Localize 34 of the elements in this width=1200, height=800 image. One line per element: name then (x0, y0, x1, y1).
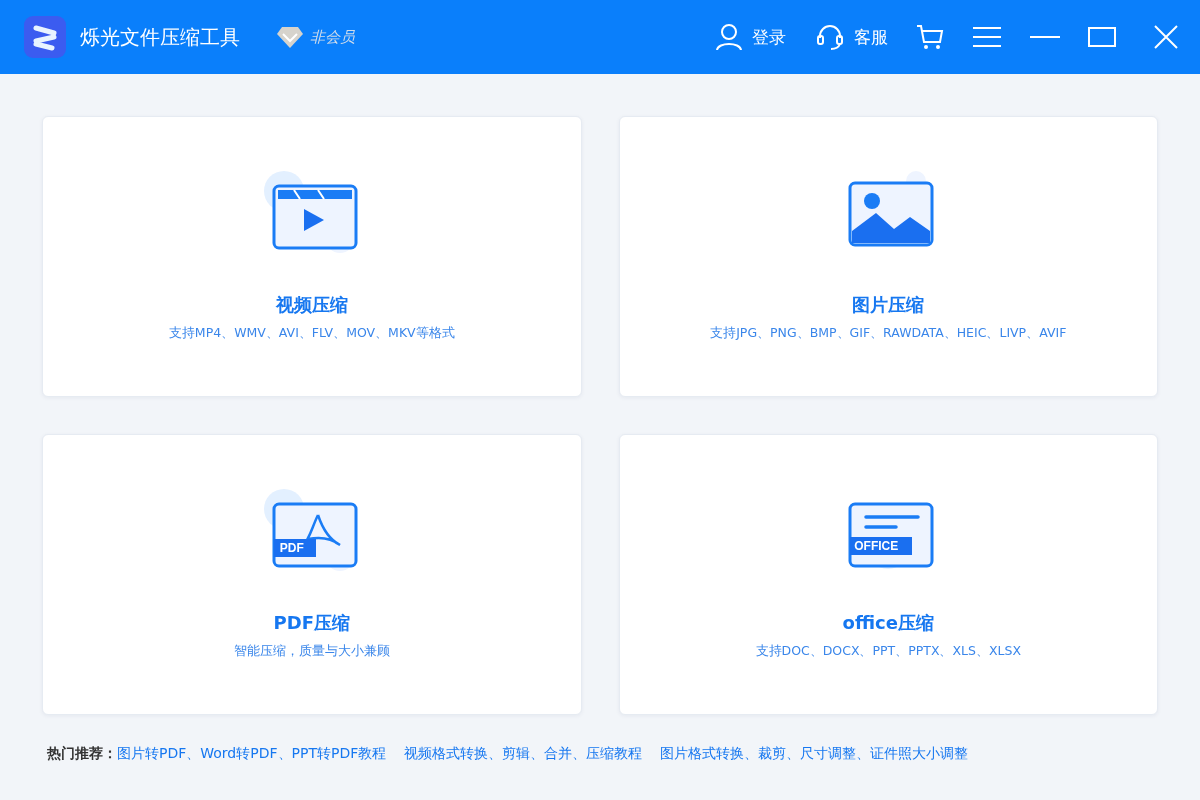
card-title: office压缩 (842, 611, 934, 635)
app-title: 烁光文件压缩工具 (80, 23, 240, 51)
tutorial-link[interactable]: 图片转PDF、Word转PDF、PPT转PDF教程 (117, 745, 387, 763)
card-subtitle: 支持JPG、PNG、BMP、GIF、RAWDATA、HEIC、LIVP、AVIF (710, 325, 1067, 342)
service-button[interactable]: 客服 (816, 24, 888, 50)
compress-card[interactable]: 视频压缩 支持MP4、WMV、AVI、FLV、MOV、MKV等格式 (42, 116, 582, 397)
minimize-button[interactable] (1030, 35, 1060, 39)
tutorial-link[interactable]: 视频格式转换、剪辑、合并、压缩教程 (404, 745, 643, 763)
maximize-icon (1088, 27, 1116, 47)
user-icon (716, 23, 742, 51)
menu-icon (972, 26, 1002, 48)
maximize-button[interactable] (1088, 27, 1116, 47)
minimize-icon (1030, 35, 1060, 39)
tutorial-link[interactable]: 图片格式转换、裁剪、尺寸调整、证件照大小调整 (660, 745, 969, 763)
cart-button[interactable] (916, 24, 944, 50)
diamond-icon (276, 25, 304, 49)
card-subtitle: 支持DOC、DOCX、PPT、PPTX、XLS、XLSX (755, 643, 1021, 660)
card-title: 视频压缩 (275, 293, 348, 317)
menu-button[interactable] (972, 26, 1002, 48)
compress-card[interactable]: OFFICE office压缩 支持DOC、DOCX、PPT、PPTX、XLS、XLSX (618, 434, 1158, 715)
compress-card[interactable]: PDF PDF压缩 智能压缩，质量与大小兼顾 (42, 434, 582, 715)
card-subtitle: 支持MP4、WMV、AVI、FLV、MOV、MKV等格式 (168, 325, 455, 342)
card-subtitle: 智能压缩，质量与大小兼顾 (233, 643, 390, 660)
login-button[interactable]: 登录 (716, 23, 786, 51)
app-logo-icon (24, 16, 66, 58)
footer-label: 热门推荐： (47, 745, 117, 763)
compress-card[interactable]: 图片压缩 支持JPG、PNG、BMP、GIF、RAWDATA、HEIC、LIVP、AVIF (618, 116, 1158, 397)
card-title: PDF压缩 (273, 611, 350, 635)
close-icon (1154, 25, 1178, 49)
close-button[interactable] (1154, 25, 1178, 49)
headset-icon (816, 24, 844, 50)
card-title: 图片压缩 (852, 293, 925, 317)
member-status: 非会员 (310, 27, 355, 47)
cart-icon (916, 24, 944, 50)
